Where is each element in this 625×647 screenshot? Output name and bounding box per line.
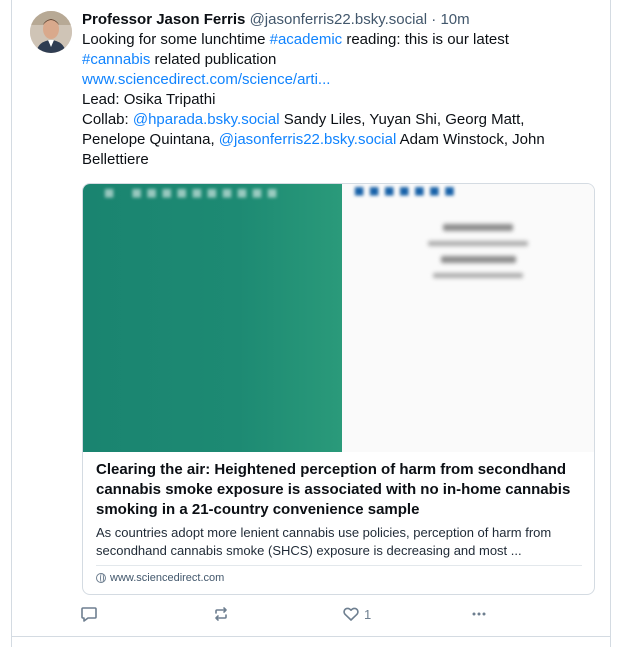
card-domain-text: www.sciencedirect.com — [110, 572, 225, 584]
thumbnail-blurred-text — [413, 224, 543, 288]
mention-hparada[interactable]: @hparada.bsky.social — [133, 111, 280, 128]
more-icon — [472, 612, 486, 616]
reply-button[interactable] — [80, 605, 98, 623]
card-divider — [96, 565, 582, 566]
divider — [11, 636, 611, 637]
post-body: Professor Jason Ferris @jasonferris22.bs… — [82, 10, 597, 170]
link-preview-card[interactable]: ▪ ▪▪▪▪▪▪▪▪▪▪ ▪▪▪▪▪▪▪ Clearing the air: H… — [82, 183, 595, 595]
card-description: As countries adopt more lenient cannabis… — [96, 525, 552, 558]
hashtag-cannabis[interactable]: #cannabis — [82, 51, 150, 68]
globe-icon — [96, 573, 106, 583]
card-title: Clearing the air: Heightened perception … — [96, 461, 571, 518]
mention-jasonferris[interactable]: @jasonferris22.bsky.social — [219, 131, 397, 148]
post-actions: 1 — [80, 605, 520, 627]
text-segment: reading: this is our latest — [342, 31, 509, 48]
hashtag-academic[interactable]: #academic — [270, 31, 343, 48]
thumbnail-blurred-heading: ▪ ▪▪▪▪▪▪▪▪▪▪ — [103, 184, 282, 212]
thumbnail-cover-green — [83, 184, 342, 452]
thumbnail-blurred-heading: ▪▪▪▪▪▪▪ — [353, 184, 459, 210]
text-segment: Sandy Liles, Yuyan Shi, Georg Matt, — [279, 111, 525, 128]
avatar[interactable] — [30, 11, 72, 53]
article-link[interactable]: www.sciencedirect.com/science/arti... — [82, 71, 330, 88]
text-segment: Penelope Quintana, — [82, 131, 219, 148]
lead-line: Lead: Osika Tripathi — [82, 91, 216, 108]
card-text: Clearing the air: Heightened perception … — [96, 460, 586, 560]
author-handle[interactable]: @jasonferris22.bsky.social — [250, 11, 428, 28]
like-count: 1 — [364, 606, 372, 622]
post-text: Looking for some lunchtime #academic rea… — [82, 30, 597, 170]
card-domain: www.sciencedirect.com — [96, 570, 224, 586]
like-button[interactable]: 1 — [342, 605, 371, 623]
text-segment: Looking for some lunchtime — [82, 31, 270, 48]
separator-dot: · — [431, 11, 437, 28]
text-segment: Adam Winstock, John — [396, 131, 545, 148]
more-button[interactable] — [470, 605, 488, 623]
author-name[interactable]: Professor Jason Ferris — [82, 11, 245, 28]
text-segment: related publication — [150, 51, 277, 68]
heart-icon — [343, 607, 359, 621]
post-time[interactable]: 10m — [440, 11, 469, 28]
text-segment: Bellettiere — [82, 151, 149, 168]
card-thumbnail: ▪ ▪▪▪▪▪▪▪▪▪▪ ▪▪▪▪▪▪▪ — [83, 184, 594, 452]
reply-icon — [81, 607, 97, 622]
post-header: Professor Jason Ferris @jasonferris22.bs… — [82, 10, 597, 30]
repost-icon — [215, 607, 227, 621]
repost-button[interactable] — [212, 605, 230, 623]
text-segment: Collab: — [82, 111, 133, 128]
